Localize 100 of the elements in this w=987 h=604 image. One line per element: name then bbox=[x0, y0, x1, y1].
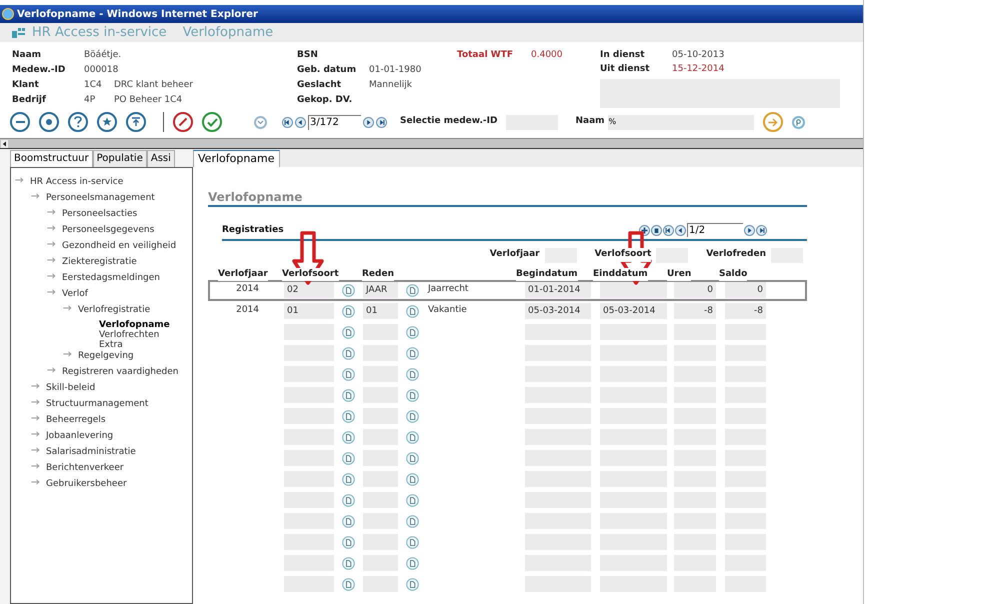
upload-icon[interactable] bbox=[126, 112, 146, 132]
selected-row[interactable]: 2014 02 JAAR Jaarrecht 01-01-2014 0 0 bbox=[208, 280, 807, 300]
tree-item[interactable]: Salarisadministratie bbox=[46, 446, 136, 458]
tab[interactable]: Populatie bbox=[92, 150, 147, 167]
tree-item[interactable]: Registreren vaardigheden bbox=[62, 366, 178, 378]
tree-item[interactable]: Verlofregistratie bbox=[78, 304, 150, 316]
previous-icon[interactable] bbox=[675, 224, 686, 236]
document-icon[interactable] bbox=[342, 284, 355, 296]
arrow-right-icon[interactable] bbox=[762, 112, 783, 132]
info-value: Mannelijk bbox=[369, 78, 412, 92]
tab[interactable]: Verlofopname bbox=[193, 150, 280, 167]
tree-item[interactable]: Berichtenverkeer bbox=[46, 462, 124, 474]
tree-item[interactable]: Eerstedagsmeldingen bbox=[62, 272, 160, 284]
info-label: Totaal WTF bbox=[457, 49, 514, 62]
input-field[interactable]: 0 bbox=[725, 282, 766, 298]
tree-item[interactable]: Beheerregels bbox=[46, 414, 106, 426]
arrow-icon bbox=[47, 241, 56, 247]
info-label: Naam bbox=[12, 48, 42, 62]
tree-item[interactable]: Personeelsgegevens bbox=[62, 224, 154, 236]
document-icon[interactable] bbox=[406, 388, 419, 402]
tree-item[interactable]: Gezondheid en veiligheid bbox=[62, 240, 176, 252]
search-icon[interactable] bbox=[792, 116, 805, 128]
scroll-left-icon[interactable] bbox=[1, 140, 8, 148]
record-field[interactable]: 3/172 bbox=[308, 114, 361, 130]
document-icon[interactable] bbox=[406, 368, 419, 380]
name-field[interactable]: % bbox=[608, 114, 754, 130]
tree-item[interactable]: HR Access in-service bbox=[30, 176, 124, 188]
tree-item[interactable]: Structuurmanagement bbox=[46, 398, 148, 410]
input-field[interactable]: -8 bbox=[674, 303, 716, 319]
document-icon[interactable] bbox=[342, 536, 355, 548]
input-field[interactable]: 05-03-2014 bbox=[600, 303, 667, 319]
document-icon[interactable] bbox=[342, 494, 355, 506]
arrow-icon bbox=[31, 383, 40, 389]
tab[interactable]: Assi bbox=[146, 150, 175, 167]
document-icon[interactable] bbox=[342, 472, 355, 486]
tree-item[interactable]: Verlofopname bbox=[79, 320, 192, 330]
input-field[interactable]: JAAR bbox=[363, 282, 398, 298]
document-icon[interactable] bbox=[406, 556, 419, 570]
document-icon[interactable] bbox=[342, 410, 355, 422]
chevron-down-icon[interactable] bbox=[254, 116, 267, 128]
document-icon[interactable] bbox=[406, 326, 419, 338]
document-icon[interactable] bbox=[342, 326, 355, 338]
document-icon[interactable] bbox=[406, 514, 419, 528]
tree-item[interactable]: Skill-beleid bbox=[46, 382, 96, 394]
tree-item[interactable]: Personeelsmanagement bbox=[46, 192, 155, 204]
info-value: 1C4 bbox=[84, 78, 103, 92]
previous-icon[interactable] bbox=[295, 116, 306, 128]
check-icon[interactable] bbox=[202, 112, 222, 132]
tree-item[interactable]: Regelgeving bbox=[78, 350, 134, 362]
help-icon[interactable] bbox=[68, 112, 88, 132]
document-icon[interactable] bbox=[342, 452, 355, 464]
document-icon[interactable] bbox=[406, 410, 419, 422]
document-icon[interactable] bbox=[406, 346, 419, 360]
first-icon[interactable] bbox=[282, 116, 293, 128]
input-field[interactable]: 01 bbox=[363, 303, 398, 319]
minus-icon[interactable] bbox=[10, 112, 30, 132]
input-field[interactable]: 01-01-2014 bbox=[525, 282, 591, 298]
info-label: Gekop. DV. bbox=[297, 94, 354, 107]
last-icon[interactable] bbox=[756, 224, 767, 236]
document-icon[interactable] bbox=[406, 304, 419, 318]
tree-item[interactable]: Gebruikersbeheer bbox=[46, 478, 127, 490]
document-icon[interactable] bbox=[342, 368, 355, 380]
document-icon[interactable] bbox=[342, 578, 355, 590]
tree-item[interactable]: Verlof bbox=[62, 288, 88, 300]
document-icon[interactable] bbox=[406, 472, 419, 486]
tree-item[interactable]: Verlofrechten bbox=[79, 330, 192, 340]
document-icon[interactable] bbox=[342, 346, 355, 360]
document-icon[interactable] bbox=[406, 430, 419, 444]
input-field[interactable] bbox=[600, 282, 667, 298]
document-icon[interactable] bbox=[406, 284, 419, 296]
document-icon[interactable] bbox=[406, 578, 419, 590]
column-header: Reden bbox=[362, 268, 394, 281]
document-icon[interactable] bbox=[342, 514, 355, 528]
input-field[interactable]: 01 bbox=[284, 303, 334, 319]
tree-item[interactable]: Personeelsacties bbox=[62, 208, 138, 220]
next-icon[interactable] bbox=[744, 224, 755, 236]
info-label: Uit dienst bbox=[600, 63, 651, 76]
tree-item[interactable]: Jobaanlevering bbox=[46, 430, 114, 442]
last-icon[interactable] bbox=[376, 116, 387, 128]
document-icon[interactable] bbox=[406, 536, 419, 548]
next-icon[interactable] bbox=[363, 116, 374, 128]
input-field[interactable]: 02 bbox=[284, 282, 334, 298]
document-icon[interactable] bbox=[406, 494, 419, 506]
tree-item[interactable]: Extra bbox=[79, 340, 192, 350]
document-icon[interactable] bbox=[342, 556, 355, 570]
input-field[interactable]: -8 bbox=[725, 303, 766, 319]
input-field[interactable]: 0 bbox=[674, 282, 716, 298]
document-icon[interactable] bbox=[342, 304, 355, 318]
tab[interactable]: Boomstructuur bbox=[10, 150, 93, 167]
first-icon[interactable] bbox=[663, 224, 674, 236]
page-field[interactable]: 1/2 bbox=[687, 223, 743, 237]
arrow-icon bbox=[47, 289, 56, 295]
tree-item[interactable]: Ziekteregistratie bbox=[62, 256, 137, 268]
arrow-icon bbox=[31, 415, 40, 421]
document-icon[interactable] bbox=[342, 388, 355, 402]
info-label: Geb. datum bbox=[297, 64, 358, 77]
document-icon[interactable] bbox=[406, 452, 419, 464]
document-icon[interactable] bbox=[342, 430, 355, 444]
input-field[interactable]: 05-03-2014 bbox=[525, 303, 591, 319]
trash-icon[interactable] bbox=[651, 224, 662, 236]
